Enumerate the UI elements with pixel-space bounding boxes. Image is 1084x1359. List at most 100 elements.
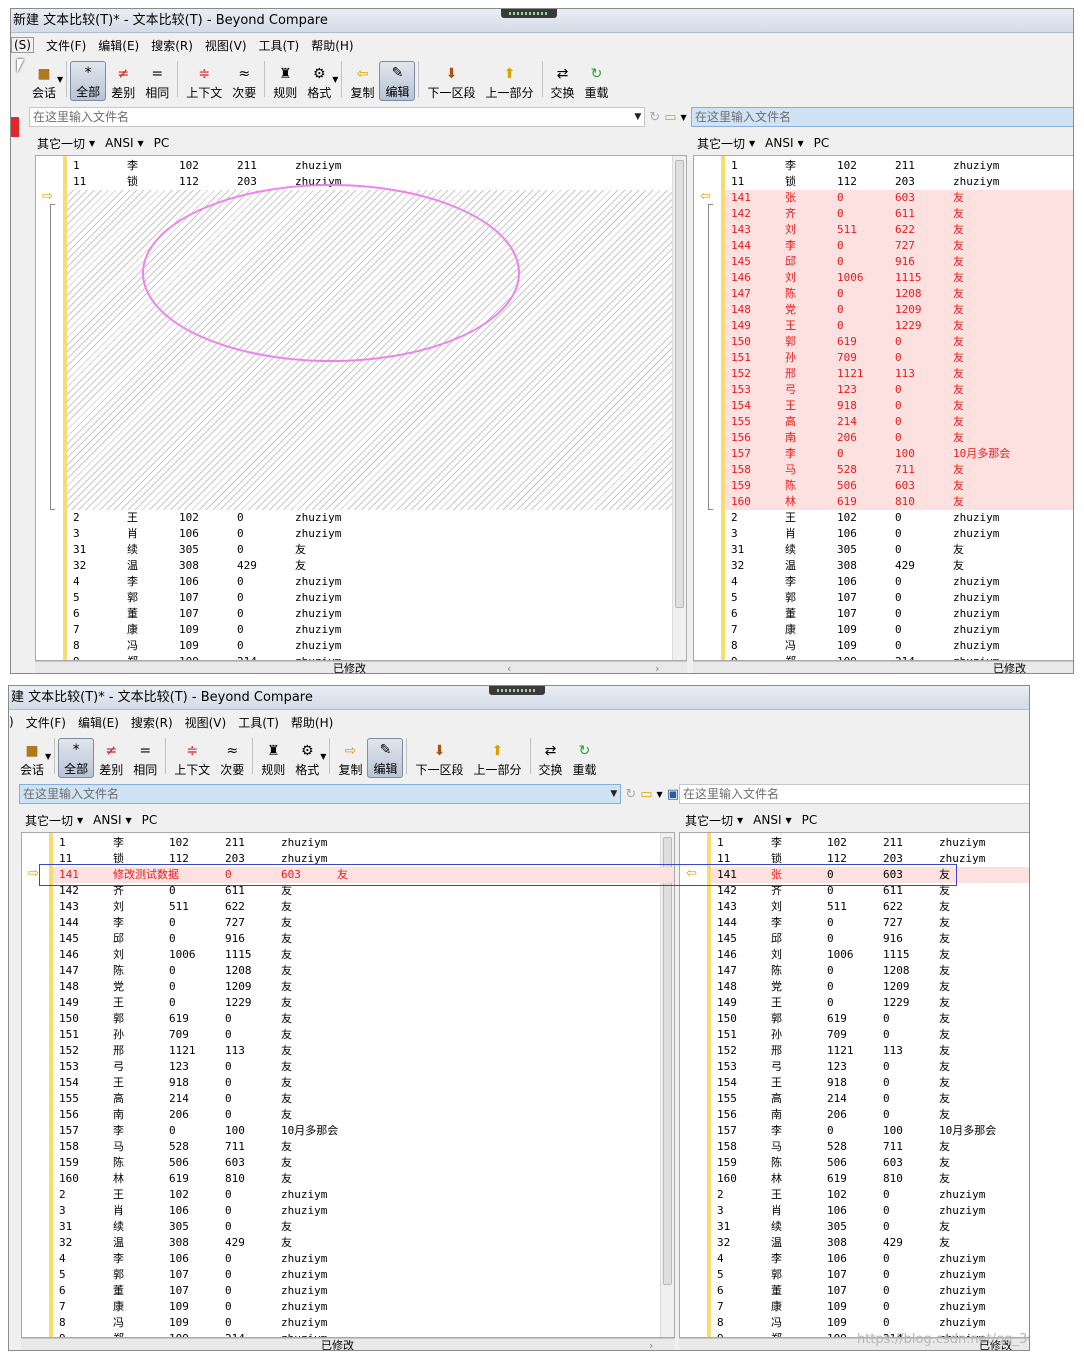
text-line[interactable]: 32 温 308 429 友 [67,558,686,574]
menu-session[interactable]: ) [9,714,14,730]
text-line[interactable]: 144 李 0 727 友 [711,915,1029,931]
text-line[interactable]: 153 弓 123 0 友 [711,1059,1029,1075]
text-line[interactable]: 155 高 214 0 友 [53,1091,674,1107]
history-icon[interactable]: ↻ [625,787,636,802]
encoding-selector[interactable]: ANSI [105,136,133,150]
text-line[interactable]: 159 陈 506 603 友 [725,478,1073,494]
text-line[interactable]: 151 孙 709 0 友 [53,1027,674,1043]
text-line[interactable]: 142 齐 0 611 友 [725,206,1073,222]
show-diffs-button[interactable]: ≠ 差别 [94,738,128,778]
swap-button[interactable]: ⇄ 交换 [546,61,580,101]
text-line[interactable]: 8 冯 109 0 zhuziym [53,1315,674,1331]
text-line[interactable]: 148 党 0 1209 友 [725,302,1073,318]
window-grip[interactable] [489,686,545,695]
show-diffs-button[interactable]: ≠ 差别 [106,61,140,101]
text-line[interactable]: 7 康 109 0 zhuziym [67,622,686,638]
scroll-right-icon[interactable]: › [655,662,659,673]
right-path-input[interactable]: 在这里输入文件名 [679,784,1029,804]
text-line[interactable]: 148 党 0 1209 友 [711,979,1029,995]
text-line[interactable]: 150 郭 619 0 友 [711,1011,1029,1027]
text-line[interactable]: 6 董 107 0 zhuziym [725,606,1073,622]
text-line[interactable]: 6 董 107 0 zhuziym [53,1283,674,1299]
reload-button[interactable]: ↻ 重载 [568,738,602,778]
text-line[interactable]: 154 王 918 0 友 [725,398,1073,414]
text-line[interactable]: 4 李 106 0 zhuziym [53,1251,674,1267]
text-line[interactable]: 158 马 528 711 友 [711,1139,1029,1155]
text-line[interactable]: 149 王 0 1229 友 [53,995,674,1011]
text-line[interactable]: 144 李 0 727 友 [725,238,1073,254]
copy-button[interactable]: ⇨ 复制 [333,738,367,778]
text-line[interactable]: 5 郭 107 0 zhuziym [725,590,1073,606]
menu-tools[interactable]: 工具(T) [259,36,300,55]
text-line[interactable]: 147 陈 0 1208 友 [725,286,1073,302]
text-line[interactable]: 160 林 619 810 友 [725,494,1073,510]
text-line[interactable]: 31 续 305 0 友 [53,1219,674,1235]
reload-button[interactable]: ↻ 重载 [580,61,614,101]
text-line[interactable]: 2 王 102 0 zhuziym [725,510,1073,526]
text-line[interactable]: 6 董 107 0 zhuziym [67,606,686,622]
menu-file[interactable]: 文件(F) [46,36,86,55]
session-button[interactable]: ■ 会话 [15,738,49,778]
text-line[interactable]: 146 刘 1006 1115 友 [53,947,674,963]
text-line[interactable]: 7 康 109 0 zhuziym [711,1299,1029,1315]
text-line[interactable]: 156 南 206 0 友 [711,1107,1029,1123]
arrow-right-icon[interactable]: ⇨ [28,866,39,881]
text-line[interactable]: 160 林 619 810 友 [53,1171,674,1187]
chevron-down-icon[interactable]: ▼ [138,139,144,148]
text-line[interactable]: 157 李 0 100 10月多那会 [711,1123,1029,1139]
text-line[interactable]: 5 郭 107 0 zhuziym [53,1267,674,1283]
format-button[interactable]: ⚙ 格式 [290,738,324,778]
right-path-input[interactable]: 在这里输入文件名 [691,107,1073,127]
text-line[interactable]: 145 邱 0 916 友 [711,931,1029,947]
arrow-right-icon[interactable]: ⇨ [42,189,53,204]
show-same-button[interactable]: = 相同 [128,738,162,778]
text-line[interactable]: 153 弓 123 0 友 [53,1059,674,1075]
menu-help[interactable]: 帮助(H) [291,713,333,732]
encoding-selector[interactable]: ANSI [765,136,793,150]
chevron-down-icon[interactable]: ▼ [77,816,83,825]
right-text-pane[interactable]: 1 李 102 211 zhuziym 11 锁 112 203 zhuziym 141 张 0 603 友… [679,832,1029,1338]
show-all-button[interactable]: * 全部 [70,61,107,101]
text-line[interactable]: 3 肖 106 0 zhuziym [53,1203,674,1219]
text-line[interactable]: 8 冯 109 0 zhuziym [725,638,1073,654]
text-line[interactable]: 4 李 106 0 zhuziym [725,574,1073,590]
text-line[interactable]: 4 李 106 0 zhuziym [711,1251,1029,1267]
text-line[interactable]: 3 肖 106 0 zhuziym [725,526,1073,542]
text-line[interactable]: 149 王 0 1229 友 [711,995,1029,1011]
text-line[interactable]: 3 肖 106 0 zhuziym [67,526,686,542]
show-same-button[interactable]: = 相同 [140,61,174,101]
chevron-down-icon[interactable]: ▼ [126,816,132,825]
prev-section-button[interactable]: ⬆ 上一部分 [468,738,526,778]
text-line[interactable]: 158 马 528 711 友 [53,1139,674,1155]
text-line[interactable]: 150 郭 619 0 友 [725,334,1073,350]
text-line[interactable]: 1 李 102 211 zhuziym [67,158,686,174]
text-line[interactable]: 155 高 214 0 友 [725,414,1073,430]
text-line[interactable]: 152 邢 1121 113 友 [725,366,1073,382]
text-line[interactable]: 7 康 109 0 zhuziym [53,1299,674,1315]
text-line[interactable]: 5 郭 107 0 zhuziym [67,590,686,606]
text-line[interactable]: 5 郭 107 0 zhuziym [711,1267,1029,1283]
ruleset-selector[interactable]: 其它一切 [37,135,85,152]
text-line[interactable]: 7 康 109 0 zhuziym [725,622,1073,638]
menu-session[interactable]: (S) [11,37,34,53]
left-text-pane[interactable]: 1 李 102 211 zhuziym 11 锁 112 203 zhuziym 141 修改测试数据… [21,832,675,1338]
menu-edit[interactable]: 编辑(E) [98,36,139,55]
minor-button[interactable]: ≈ 次要 [227,61,261,101]
folder-icon[interactable]: ▭ [664,110,676,125]
text-line[interactable]: 160 林 619 810 友 [711,1171,1029,1187]
text-line[interactable]: 146 刘 1006 1115 友 [711,947,1029,963]
session-button[interactable]: ■ 会话 [27,61,61,101]
text-line[interactable]: 32 温 308 429 友 [725,558,1073,574]
copy-button[interactable]: ⇦ 复制 [345,61,379,101]
text-line[interactable]: 146 刘 1006 1115 友 [725,270,1073,286]
chevron-down-icon[interactable]: ▼ [681,113,687,122]
text-line[interactable]: 157 李 0 100 10月多那会 [53,1123,674,1139]
text-line[interactable]: 144 李 0 727 友 [53,915,674,931]
ruleset-selector[interactable]: 其它一切 [25,812,73,829]
chevron-down-icon[interactable]: ▼ [786,816,792,825]
text-line[interactable]: 2 王 102 0 zhuziym [711,1187,1029,1203]
menu-file[interactable]: 文件(F) [26,713,66,732]
text-line[interactable]: 155 高 214 0 友 [711,1091,1029,1107]
text-line[interactable]: 1 李 102 211 zhuziym [711,835,1029,851]
encoding-selector[interactable]: ANSI [93,813,121,827]
